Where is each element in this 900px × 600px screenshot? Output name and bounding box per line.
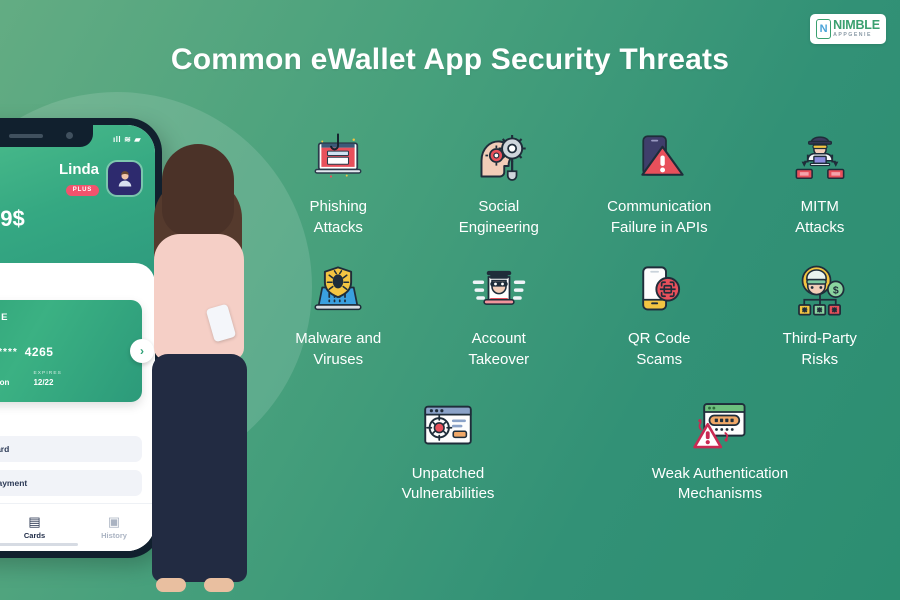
threats-row-3: Unpatched Vulnerabilities Weak Authentic… <box>258 397 900 505</box>
phishing-laptop-hook-icon <box>309 130 367 188</box>
threat-item-communication-failure-in-apis[interactable]: Communication Failure in APIs <box>579 130 740 238</box>
model-legs <box>152 354 247 582</box>
head-gears-icon <box>470 130 528 188</box>
status-bar: 9:41 ıll ≋ ▰ <box>0 131 141 147</box>
threat-item-phishing-attacks[interactable]: Phishing Attacks <box>258 130 419 238</box>
card-holder-group: CARDHOLDER Linda Thompson <box>0 371 9 387</box>
masked-thief-laptop-icon <box>470 262 528 320</box>
threat-label: Communication Failure in APIs <box>607 198 712 236</box>
logo-subtitle: APPGENIE <box>833 32 872 39</box>
card-expiry-value: 12/22 <box>33 378 54 387</box>
profile-name: Linda <box>59 161 99 178</box>
threats-row-1: Phishing Attacks Social Engineering Comm… <box>258 130 900 238</box>
page-title: Common eWallet App Security Threats <box>170 43 730 76</box>
card-expiry-label: EXPIRES <box>33 371 62 376</box>
threat-label: QR Code Scams <box>627 330 691 369</box>
card-type: DEBIT CARD <box>0 326 129 332</box>
threat-item-weak-authentication-mechanisms[interactable]: Weak Authentication Mechanisms <box>620 397 820 505</box>
threat-label: Social Engineering <box>458 198 539 236</box>
threat-label: Account Takeover <box>468 330 530 369</box>
threat-label: Malware and Viruses <box>295 330 382 369</box>
threat-label: Phishing Attacks <box>309 198 368 236</box>
profile-names: Linda PLUS <box>59 161 99 196</box>
model-photo <box>118 138 278 600</box>
threat-item-social-engineering[interactable]: Social Engineering <box>419 130 580 238</box>
qr-code-phone-icon <box>630 262 688 320</box>
threat-label: Weak Authentication Mechanisms <box>651 464 789 503</box>
card-mask-3: **** <box>0 346 18 358</box>
card-info-label: Travel Card <box>0 444 10 454</box>
threats-row-2: Malware and Viruses Account Takeover QR … <box>258 262 900 370</box>
card-holder-label: CARDHOLDER <box>0 371 9 376</box>
threat-label: Unpatched Vulnerabilities <box>401 464 495 503</box>
logo-wordmark: NIMBLE APPGENIE <box>833 19 880 38</box>
hacker-laptop-icon <box>791 130 849 188</box>
threat-label: MITM Attacks <box>795 198 845 236</box>
model-hair <box>162 144 234 236</box>
card-number: **** **** **** 4265 <box>0 345 129 359</box>
model-shoe-right <box>204 578 234 592</box>
model-torso <box>154 234 244 360</box>
card-info-label: Online Payment <box>0 478 28 488</box>
card-name: CARDNAME <box>0 312 9 323</box>
home-indicator <box>0 543 78 546</box>
tab-cards[interactable]: ▤ Cards <box>24 515 45 540</box>
bug-shield-laptop-icon <box>309 262 367 320</box>
tab-label: Cards <box>23 531 46 540</box>
threat-item-account-takeover[interactable]: Account Takeover <box>419 262 580 370</box>
signal-icon: ıll <box>112 134 122 144</box>
third-party-network-icon: $ <box>791 262 849 320</box>
cards-icon: ▤ <box>28 514 41 529</box>
password-warning-icon <box>691 397 749 455</box>
wifi-icon: ≋ <box>124 134 132 144</box>
brand-logo[interactable]: NIMBLE APPGENIE <box>810 14 886 44</box>
phone-warning-icon <box>630 130 688 188</box>
card-footer: CARDHOLDER Linda Thompson EXPIRES 12/22 <box>0 371 129 387</box>
card-holder-value: Linda Thompson <box>0 378 10 387</box>
threat-item-malware-and-viruses[interactable]: Malware and Viruses <box>258 262 419 370</box>
infographic-canvas: NIMBLE APPGENIE Common eWallet App Secur… <box>0 0 900 600</box>
battery-icon: ▰ <box>134 134 141 144</box>
threat-item-mitm-attacks[interactable]: MITM Attacks <box>740 130 900 238</box>
card-expiry-group: EXPIRES 12/22 <box>33 371 62 387</box>
phone-logo-mark-icon <box>816 19 832 39</box>
threats-grid: Phishing Attacks Social Engineering Comm… <box>258 130 900 505</box>
status-icons: ıll ≋ ▰ <box>113 135 141 144</box>
svg-text:$: $ <box>833 285 839 297</box>
logo-name: NIMBLE <box>833 18 880 33</box>
threat-item-unpatched-vulnerabilities[interactable]: Unpatched Vulnerabilities <box>348 397 548 505</box>
browser-bug-target-icon <box>419 397 477 455</box>
threat-label: Third-Party Risks <box>782 330 857 369</box>
threat-item-third-party-risks[interactable]: $ Third-Party Risks <box>740 262 900 370</box>
card-last-four: 4265 <box>24 345 54 359</box>
threat-item-qr-code-scams[interactable]: QR Code Scams <box>579 262 740 370</box>
plus-badge: PLUS <box>65 184 99 196</box>
model-shoe-left <box>156 578 186 592</box>
